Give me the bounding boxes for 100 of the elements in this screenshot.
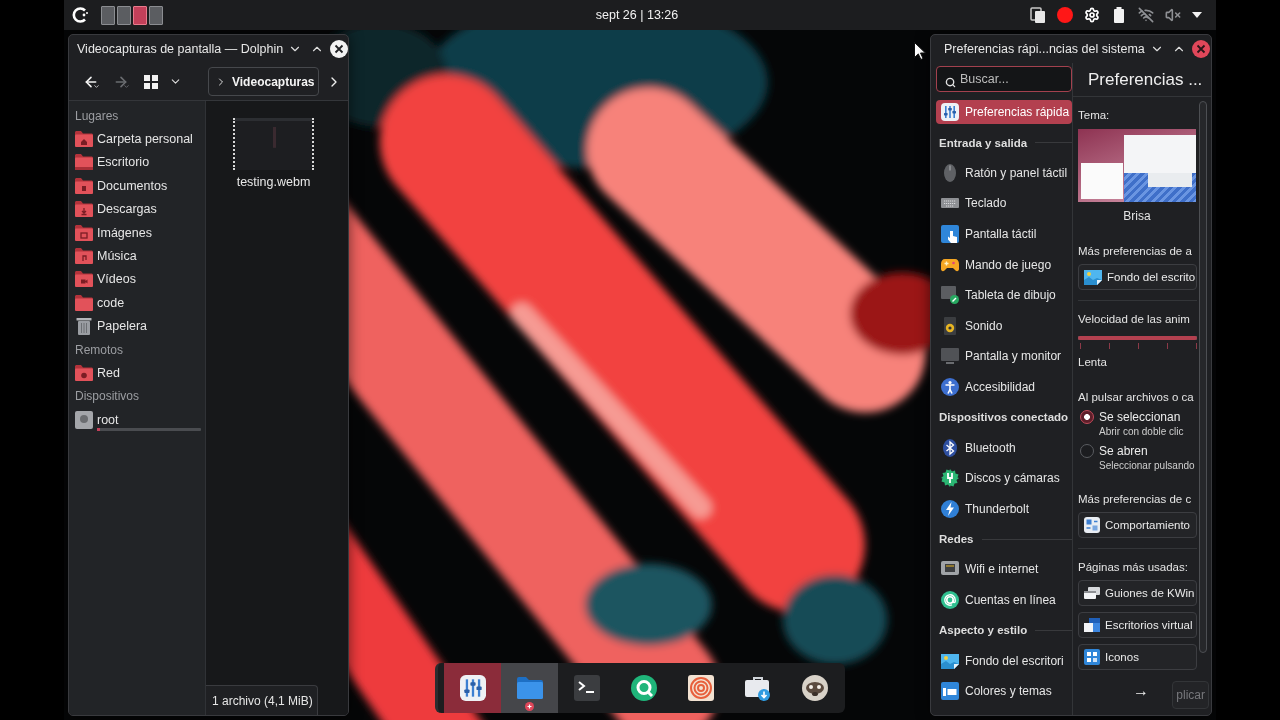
caret-icon <box>93 82 100 90</box>
settings-link-button[interactable]: Comportamiento <box>1078 512 1197 538</box>
nav-item[interactable]: Mando de juego <box>936 252 1072 277</box>
path-bar[interactable]: Videocapturas <box>208 67 319 96</box>
record-dot-icon[interactable] <box>1057 7 1073 23</box>
sidebar-item[interactable]: Descargas <box>69 197 205 221</box>
settings-link-button[interactable]: Fondo del escrito <box>1078 264 1197 290</box>
settings-icon[interactable] <box>1084 7 1100 23</box>
nav-item[interactable]: Cuentas en línea <box>936 588 1072 612</box>
section-heading: Aspecto y estilo <box>939 624 1028 637</box>
close-button[interactable] <box>329 39 348 59</box>
wifi-off-icon[interactable] <box>1138 7 1154 23</box>
ring-icon <box>630 675 657 701</box>
accessibility-icon <box>941 378 959 397</box>
page-title: Preferencias ... <box>1088 69 1203 90</box>
nav-item[interactable]: Accesibilidad <box>936 375 1072 400</box>
pictures-folder-icon <box>75 224 93 241</box>
bluetooth-icon <box>941 438 959 457</box>
mouse-icon <box>941 163 959 182</box>
sidebar-item[interactable]: code <box>69 291 205 315</box>
scrollbar[interactable] <box>1199 101 1207 653</box>
virtual-desktop[interactable] <box>117 5 131 25</box>
path-segment[interactable]: Videocapturas <box>232 74 315 89</box>
caret-down-icon[interactable] <box>1192 12 1202 18</box>
sliders-icon <box>941 103 959 122</box>
slider-track[interactable] <box>1078 333 1197 349</box>
dock-item[interactable] <box>444 663 501 713</box>
radio-button[interactable] <box>1080 444 1094 458</box>
setting-label: Al pulsar archivos o ca <box>1078 390 1194 405</box>
sidebar-item[interactable]: Papelera <box>69 314 205 338</box>
clipboard-icon[interactable] <box>1030 7 1046 23</box>
monitor-icon <box>941 347 959 366</box>
slider-caption: Lenta <box>1078 355 1107 370</box>
nav-item[interactable]: Discos y cámaras <box>936 466 1072 491</box>
launcher-icon[interactable] <box>72 7 88 23</box>
wallpaper-icon <box>1084 268 1102 286</box>
notification-dot-icon <box>525 702 534 711</box>
video-thumbnail[interactable] <box>233 118 314 170</box>
section-heading: Redes <box>939 533 974 546</box>
sidebar-item[interactable]: Documentos <box>69 174 205 198</box>
volume-muted-icon[interactable] <box>1165 7 1181 23</box>
trash-icon <box>75 317 93 336</box>
sidebar-item[interactable]: root <box>69 408 205 432</box>
file-name[interactable]: testing.webm <box>236 175 311 189</box>
settings-link-button[interactable]: Guiones de KWin <box>1078 580 1197 606</box>
nav-item[interactable]: Colores y temas <box>936 679 1072 704</box>
nav-item[interactable]: Bluetooth <box>936 435 1072 460</box>
virtual-desktop[interactable] <box>149 5 163 25</box>
sidebar-item[interactable]: Escritorio <box>69 150 205 175</box>
drawing-tablet-icon <box>941 286 959 305</box>
stacked-windows-icon <box>1084 585 1100 601</box>
nav-item[interactable]: Sonido <box>936 313 1072 338</box>
at-sign-icon <box>941 591 959 609</box>
radio-button[interactable] <box>1080 410 1094 424</box>
desktop-folder-icon <box>75 154 93 171</box>
go-arrow[interactable]: → <box>1133 681 1149 700</box>
sidebar-item[interactable]: Carpeta personal <box>69 127 205 151</box>
nav-item[interactable]: Ratón y panel táctil <box>936 160 1072 185</box>
home-folder-icon <box>75 131 93 148</box>
window-title: Preferencias rápi...ncias del sistema <box>944 42 1145 56</box>
nav-item[interactable]: Fondo del escritori <box>936 648 1072 673</box>
clock[interactable]: sept 26 | 13:26 <box>595 8 679 22</box>
option-description: Seleccionar pulsando <box>1099 459 1195 472</box>
nav-item[interactable]: Thunderbolt <box>936 496 1072 521</box>
desktops-icon <box>1084 617 1100 633</box>
virtual-desktop[interactable] <box>101 5 115 25</box>
mouse-pointer-icon <box>914 42 926 60</box>
search-icon <box>945 77 956 88</box>
drive-icon <box>75 410 93 429</box>
status-label: 1 archivo (4,1 MiB) <box>206 685 318 715</box>
shopping-bag-icon <box>744 675 771 701</box>
grid-view-icon <box>144 74 158 89</box>
nav-item[interactable]: Preferencias rápida <box>936 100 1072 125</box>
terminal-icon <box>573 675 600 701</box>
lightning-icon <box>941 499 959 518</box>
nav-item[interactable]: Tableta de dibujo <box>936 283 1072 308</box>
section-heading: Remotos <box>74 341 125 359</box>
section-heading: Dispositivos conectado <box>939 411 1069 424</box>
sidebar-item[interactable]: Red <box>69 361 205 385</box>
sidebar-item[interactable]: Vídeos <box>69 267 205 292</box>
documents-folder-icon <box>75 177 93 194</box>
settings-link-button[interactable]: Iconos <box>1078 644 1197 670</box>
settings-link-button[interactable]: Escritorios virtual <box>1078 612 1197 638</box>
nav-item[interactable]: Pantalla táctil <box>936 222 1072 247</box>
setting-label: Tema: <box>1078 108 1110 123</box>
nav-item[interactable]: Teclado <box>936 191 1072 216</box>
search-field[interactable]: Buscar... <box>936 66 1072 92</box>
setting-label: Más preferencias de c <box>1078 492 1192 507</box>
folder-icon <box>75 294 93 311</box>
nav-item[interactable]: Wifi e internet <box>936 557 1072 582</box>
virtual-desktop[interactable] <box>133 5 147 25</box>
sidebar-item[interactable]: Imágenes <box>69 220 205 245</box>
sidebar-item[interactable]: Música <box>69 244 205 268</box>
theme-preview-drawing[interactable] <box>1078 129 1196 202</box>
folder-icon <box>516 675 543 701</box>
touchscreen-icon <box>941 225 959 244</box>
nav-item[interactable]: Pantalla y monitor <box>936 344 1072 369</box>
videos-folder-icon <box>75 271 93 288</box>
settings-tile-icon <box>1084 517 1100 533</box>
battery-icon[interactable] <box>1111 7 1127 23</box>
